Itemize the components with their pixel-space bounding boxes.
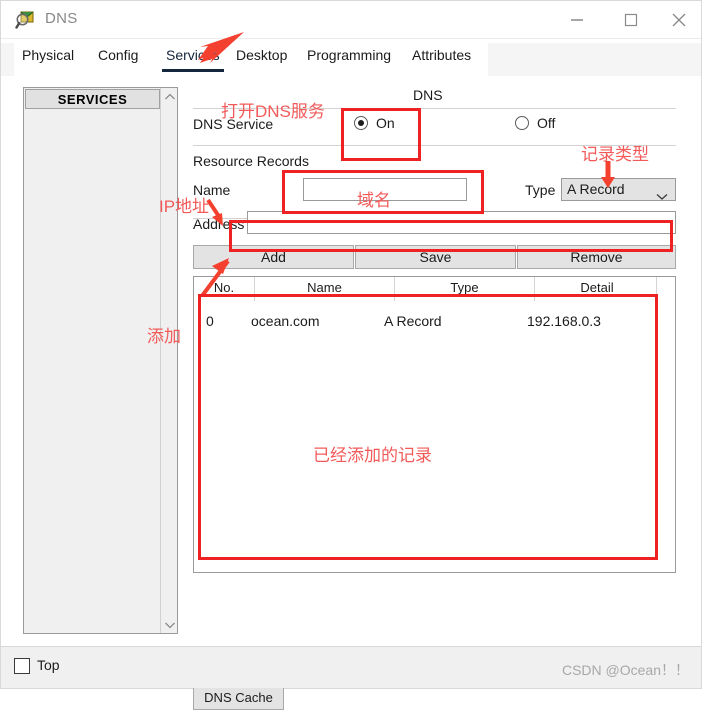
dns-magnifier-icon [15,9,37,31]
dns-window: DNS Physical Config Services Desktop Pro… [0,0,702,710]
cell-no: 0 [206,313,214,329]
dns-service-off-radio[interactable]: Off [515,115,575,133]
window-title: DNS [45,10,78,27]
services-list-header: SERVICES [25,89,160,109]
dns-service-label: DNS Service [193,116,274,132]
address-input[interactable] [247,211,676,234]
services-list[interactable] [25,110,160,632]
maximize-icon [624,13,638,26]
dns-service-on-radio[interactable]: On [354,115,414,133]
column-header-detail[interactable]: Detail [537,280,657,295]
resource-records-table[interactable]: No. Name Type Detail 0 ocean.com A Recor… [193,276,676,573]
radio-off-label: Off [537,115,556,131]
tab-desktop[interactable]: Desktop [236,47,287,67]
group-divider-top [193,108,676,109]
services-sidebar: SERVICES [23,87,178,634]
watermark-text: CSDN @Ocean！！ [561,662,689,678]
type-label: Type [525,182,556,198]
close-icon [672,13,686,26]
address-label: Address [193,216,245,232]
column-divider [394,277,395,301]
cell-type: A Record [384,313,442,329]
tab-programming[interactable]: Programming [307,47,391,67]
footer-bar: Top CSDN @Ocean！！ [1,646,701,688]
column-header-name[interactable]: Name [257,280,392,295]
name-input[interactable] [303,178,467,201]
radio-on-label: On [376,115,395,131]
name-label: Name [193,182,231,198]
record-type-select[interactable]: A Record [561,178,676,201]
cell-detail: 192.168.0.3 [527,313,601,329]
scroll-up-button[interactable] [161,88,178,105]
column-divider [656,277,657,301]
tab-config[interactable]: Config [98,47,138,67]
minimize-icon [571,18,583,21]
column-header-no[interactable]: No. [196,280,252,295]
radio-on-icon [354,116,368,130]
tab-services[interactable]: Services [162,47,224,72]
close-button[interactable] [656,1,702,38]
resource-records-label: Resource Records [193,153,309,169]
top-checkbox-label: Top [37,657,60,673]
tab-physical[interactable]: Physical [22,47,74,67]
tab-bar: Physical Config Services Desktop Program… [14,43,488,76]
maximize-button[interactable] [608,1,654,38]
chevron-up-icon [164,93,175,99]
chevron-down-icon [164,622,175,628]
save-button[interactable]: Save [355,245,516,269]
column-divider [534,277,535,301]
add-button[interactable]: Add [193,245,354,269]
table-header-row: No. Name Type Detail [194,277,675,301]
tab-attributes[interactable]: Attributes [412,47,471,67]
services-scrollbar[interactable] [160,88,177,633]
column-divider [254,277,255,301]
radio-off-icon [515,116,529,130]
minimize-button[interactable] [554,1,600,38]
cell-name: ocean.com [251,313,320,329]
scroll-down-button[interactable] [161,616,178,633]
column-header-type[interactable]: Type [397,280,532,295]
top-checkbox[interactable] [14,658,30,674]
title-bar: DNS [1,1,701,39]
dns-group-title: DNS [410,87,446,103]
remove-button[interactable]: Remove [517,245,676,269]
record-type-value: A Record [567,181,625,197]
chevron-down-icon [656,186,668,207]
group-divider-middle [193,145,676,146]
content-area: SERVICES DNS DNS Service On Off Resource… [1,76,701,710]
dns-settings-panel: DNS DNS Service On Off Resource Records … [191,87,678,710]
